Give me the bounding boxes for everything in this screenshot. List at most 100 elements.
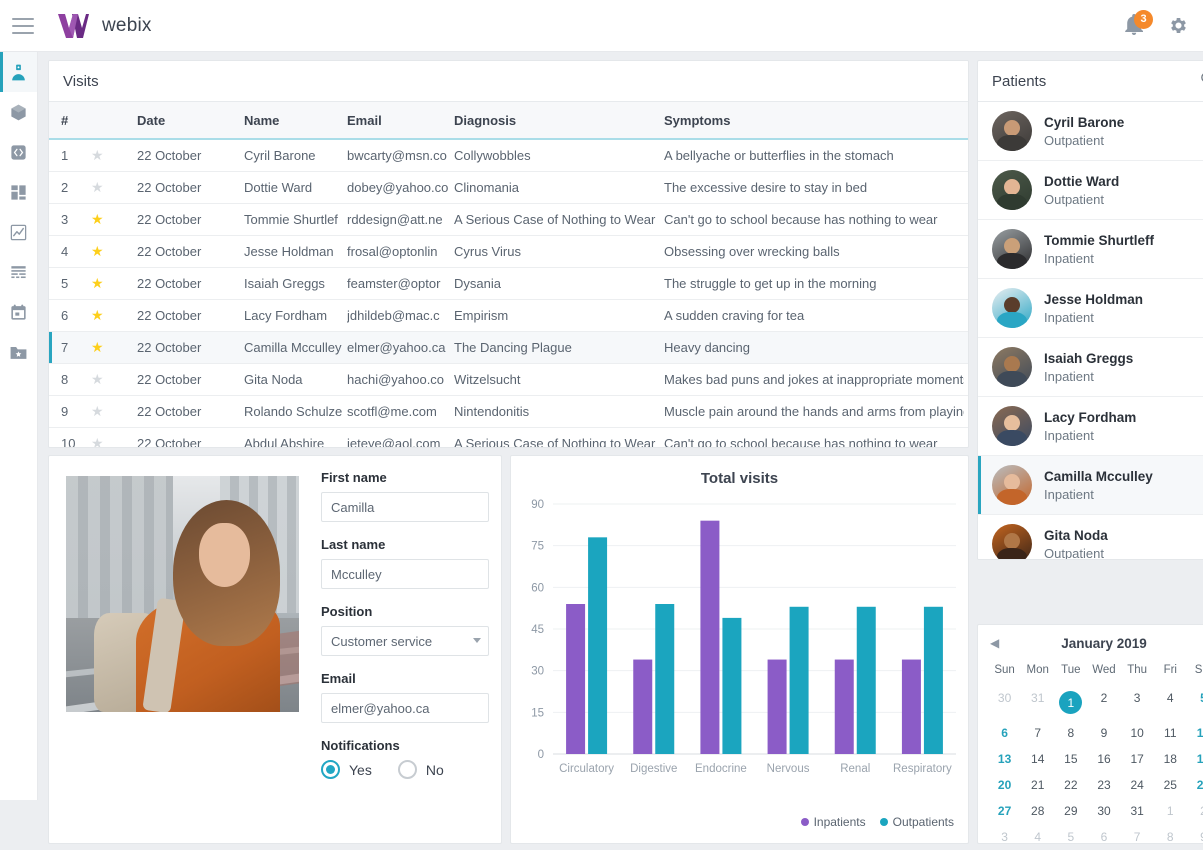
calendar-day[interactable]: 17 (1121, 746, 1154, 772)
calendar-day[interactable]: 15 (1054, 746, 1087, 772)
bar-inpatients-respiratory (902, 660, 921, 754)
calendar-day[interactable]: 21 (1021, 772, 1054, 798)
calendar-day[interactable]: 31 (1121, 798, 1154, 824)
sidebar-item-code[interactable] (0, 132, 37, 172)
calendar-day[interactable]: 30 (988, 685, 1021, 720)
sidebar-item-dashboard[interactable] (0, 172, 37, 212)
favorite-star-icon[interactable]: ★ (91, 179, 137, 196)
email-field[interactable] (321, 693, 489, 723)
list-item[interactable]: Camilla McculleyInpatient (978, 456, 1203, 515)
favorite-star-icon[interactable]: ★ (91, 435, 137, 448)
favorite-star-icon[interactable]: ★ (91, 211, 137, 228)
table-row[interactable]: 4★22 OctoberJesse Holdmanfrosal@optonlin… (49, 236, 968, 268)
calendar-day[interactable]: 2 (1187, 798, 1203, 824)
gear-icon[interactable] (1168, 15, 1189, 36)
column-header-name[interactable]: Name (244, 113, 347, 128)
calendar-day[interactable]: 14 (1021, 746, 1054, 772)
calendar-day[interactable]: 22 (1054, 772, 1087, 798)
sidebar-item-patients[interactable] (0, 52, 37, 92)
box-icon (9, 103, 28, 122)
calendar-day[interactable]: 26 (1187, 772, 1203, 798)
calendar-day[interactable]: 19 (1187, 746, 1203, 772)
list-item[interactable]: Lacy FordhamInpatient (978, 397, 1203, 456)
notifications-radio-no[interactable]: No (398, 760, 444, 779)
calendar-day[interactable]: 12 (1187, 720, 1203, 746)
calendar-day[interactable]: 31 (1021, 685, 1054, 720)
table-row[interactable]: 1★22 OctoberCyril Baronebwcarty@msn.coCo… (49, 140, 968, 172)
sidebar-item-analytics[interactable] (0, 212, 37, 252)
table-row[interactable]: 7★22 OctoberCamilla Mcculleyelmer@yahoo.… (49, 332, 968, 364)
calendar-day[interactable]: 3 (1121, 685, 1154, 720)
notifications-button[interactable]: 3 (1122, 13, 1146, 39)
calendar-day[interactable]: 4 (1154, 685, 1187, 720)
sidebar-item-table[interactable] (0, 252, 37, 292)
calendar-day[interactable]: 6 (1087, 824, 1120, 850)
table-row[interactable]: 3★22 OctoberTommie Shurtlefrddesign@att.… (49, 204, 968, 236)
calendar-day[interactable]: 1 (1054, 685, 1087, 720)
favorite-star-icon[interactable]: ★ (91, 275, 137, 292)
calendar-day[interactable]: 2 (1087, 685, 1120, 720)
list-item[interactable]: Cyril BaroneOutpatient (978, 102, 1203, 161)
calendar-day[interactable]: 3 (988, 824, 1021, 850)
table-row[interactable]: 9★22 OctoberRolando Schulzescotfl@me.com… (49, 396, 968, 428)
sidebar-item-favorites[interactable] (0, 332, 37, 372)
position-select[interactable] (321, 626, 489, 656)
legend-item-outpatients[interactable]: Outpatients (880, 815, 954, 829)
favorite-star-icon[interactable]: ★ (91, 147, 137, 164)
calendar-prev-button[interactable]: ◀ (990, 636, 999, 650)
calendar-day[interactable]: 13 (988, 746, 1021, 772)
calendar-day[interactable]: 16 (1087, 746, 1120, 772)
favorite-star-icon[interactable]: ★ (91, 403, 137, 420)
calendar-day[interactable]: 10 (1121, 720, 1154, 746)
calendar-day[interactable]: 5 (1054, 824, 1087, 850)
calendar-day[interactable]: 7 (1021, 720, 1054, 746)
column-header-num[interactable]: # (49, 113, 91, 128)
calendar-day[interactable]: 28 (1021, 798, 1054, 824)
table-row[interactable]: 8★22 OctoberGita Nodahachi@yahoo.coWitze… (49, 364, 968, 396)
table-row[interactable]: 5★22 OctoberIsaiah Greggsfeamster@optorD… (49, 268, 968, 300)
calendar-day[interactable]: 30 (1087, 798, 1120, 824)
calendar-day[interactable]: 9 (1087, 720, 1120, 746)
favorite-star-icon[interactable]: ★ (91, 307, 137, 324)
column-header-diagnosis[interactable]: Diagnosis (454, 113, 664, 128)
sidebar-item-box[interactable] (0, 92, 37, 132)
calendar-day[interactable]: 4 (1021, 824, 1054, 850)
hamburger-icon[interactable] (12, 18, 34, 34)
column-header-date[interactable]: Date (137, 113, 244, 128)
favorite-star-icon[interactable]: ★ (91, 339, 137, 356)
calendar-day[interactable]: 23 (1087, 772, 1120, 798)
list-item[interactable]: Isaiah GreggsInpatient (978, 338, 1203, 397)
column-header-symptoms[interactable]: Symptoms (664, 113, 964, 128)
calendar-day[interactable]: 9 (1187, 824, 1203, 850)
patients-search-button[interactable] (1199, 70, 1203, 92)
calendar-day[interactable]: 24 (1121, 772, 1154, 798)
list-item[interactable]: Tommie ShurtleffInpatient (978, 220, 1203, 279)
calendar-day[interactable]: 29 (1054, 798, 1087, 824)
calendar-day[interactable]: 6 (988, 720, 1021, 746)
list-item[interactable]: Dottie WardOutpatient (978, 161, 1203, 220)
calendar-day[interactable]: 8 (1154, 824, 1187, 850)
legend-item-inpatients[interactable]: Inpatients (801, 815, 866, 829)
calendar-day[interactable]: 18 (1154, 746, 1187, 772)
calendar-day[interactable]: 7 (1121, 824, 1154, 850)
notifications-radio-yes[interactable]: Yes (321, 760, 372, 779)
calendar-day[interactable]: 5 (1187, 685, 1203, 720)
table-row[interactable]: 10★22 OctoberAbdul Abshirejeteye@aol.com… (49, 428, 968, 448)
calendar-day[interactable]: 27 (988, 798, 1021, 824)
bar-inpatients-endocrine (700, 521, 719, 754)
table-row[interactable]: 2★22 OctoberDottie Warddobey@yahoo.coCli… (49, 172, 968, 204)
first-name-field[interactable] (321, 492, 489, 522)
list-item[interactable]: Jesse HoldmanInpatient (978, 279, 1203, 338)
sidebar-item-calendar[interactable] (0, 292, 37, 332)
column-header-email[interactable]: Email (347, 113, 454, 128)
calendar-day[interactable]: 11 (1154, 720, 1187, 746)
calendar-day[interactable]: 20 (988, 772, 1021, 798)
calendar-day[interactable]: 25 (1154, 772, 1187, 798)
favorite-star-icon[interactable]: ★ (91, 243, 137, 260)
calendar-day[interactable]: 1 (1154, 798, 1187, 824)
favorite-star-icon[interactable]: ★ (91, 371, 137, 388)
table-row[interactable]: 6★22 OctoberLacy Fordhamjdhildeb@mac.cEm… (49, 300, 968, 332)
last-name-field[interactable] (321, 559, 489, 589)
calendar-day[interactable]: 8 (1054, 720, 1087, 746)
list-item[interactable]: Gita NodaOutpatient (978, 515, 1203, 560)
